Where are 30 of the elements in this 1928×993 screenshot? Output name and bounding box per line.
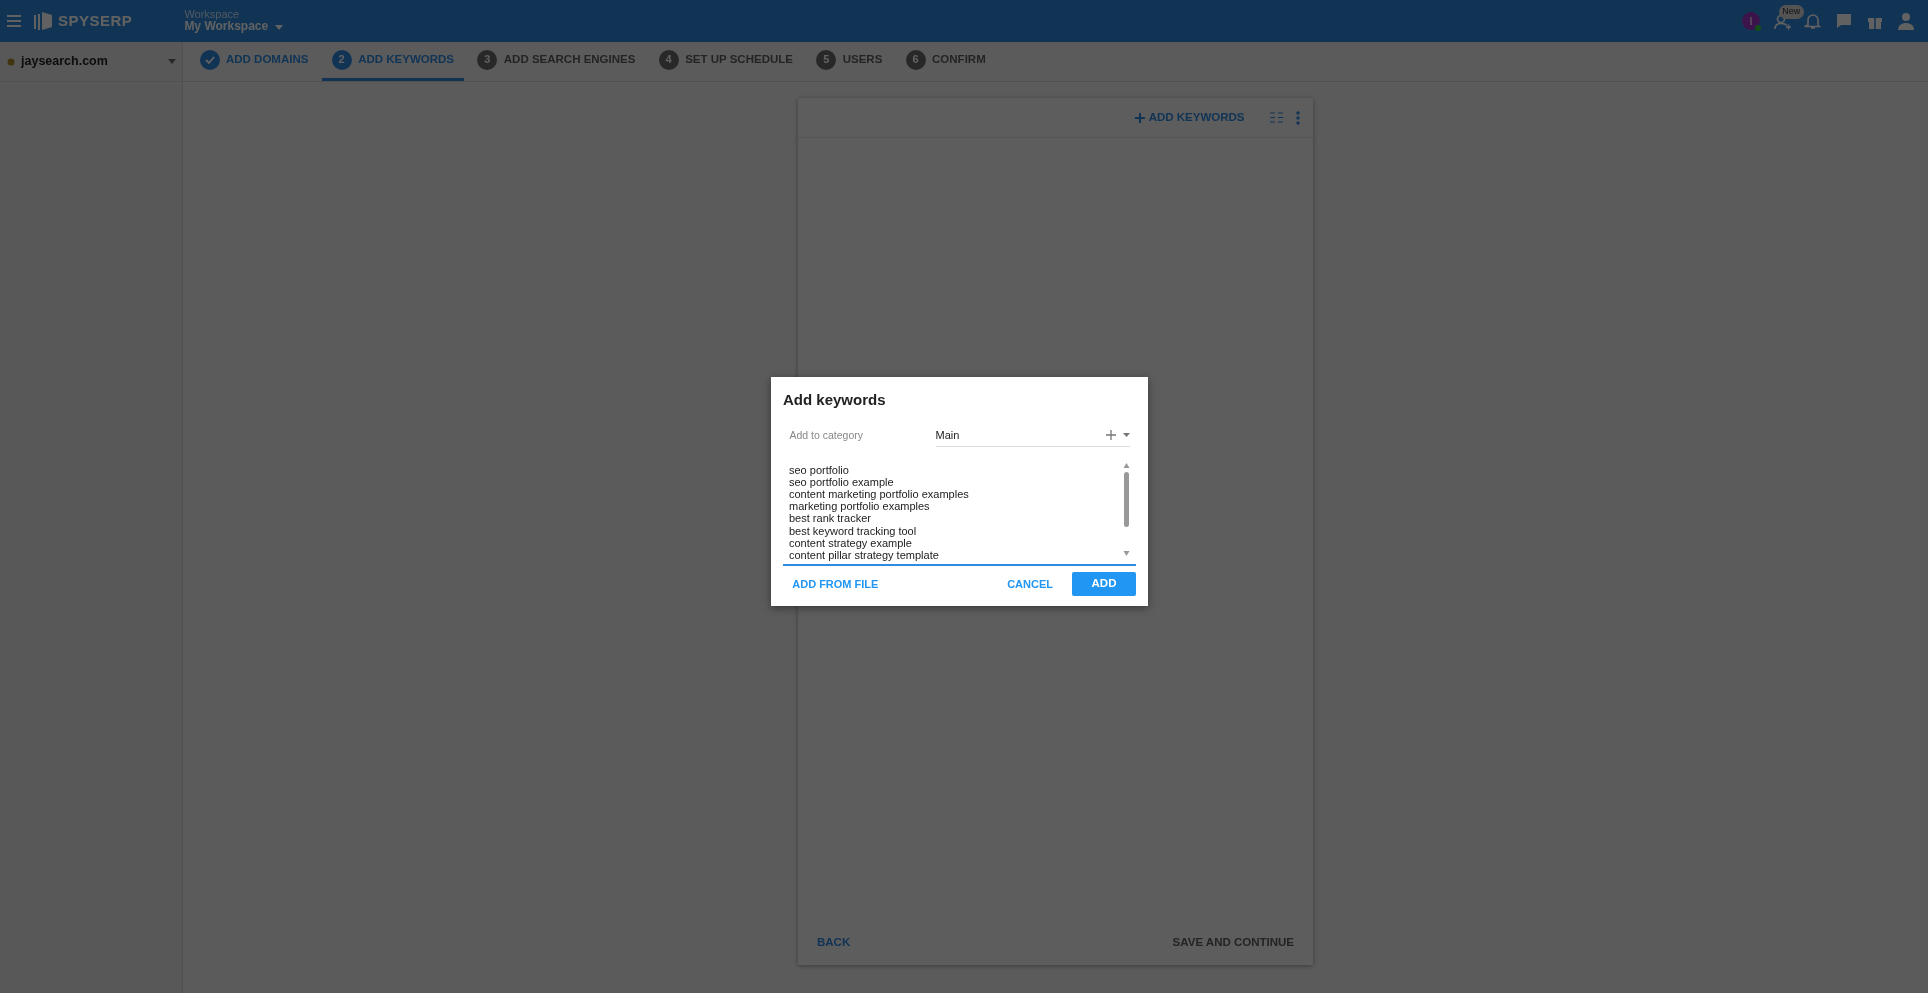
caret-icon	[274, 24, 283, 30]
add-from-file-button[interactable]: ADD FROM FILE	[786, 574, 885, 594]
cancel-button[interactable]: CANCEL	[1001, 574, 1059, 594]
scrollbar[interactable]	[1123, 461, 1130, 558]
dropdown-icon[interactable]	[1122, 433, 1130, 437]
brand-name: SPYSERP	[58, 10, 133, 31]
chat-icon[interactable]	[1835, 12, 1853, 30]
category-select[interactable]: Main	[935, 424, 1130, 447]
more-options-icon[interactable]	[1296, 110, 1300, 125]
domain-selector[interactable]: jaysearch.com	[0, 42, 182, 82]
step-tab[interactable]: 2 ADD KEYWORDS	[321, 41, 464, 81]
logo-icon	[33, 11, 52, 31]
category-label: Add to category	[789, 427, 865, 443]
new-badge: New	[1779, 5, 1804, 19]
dialog-title: Add keywords	[783, 390, 887, 410]
workspace-label: Workspace	[184, 8, 240, 21]
step-tab[interactable]: ADD DOMAINS	[189, 41, 319, 81]
check-icon	[199, 49, 220, 70]
list-view-icon[interactable]	[1270, 112, 1283, 123]
favicon-icon	[6, 57, 15, 66]
add-keywords-button[interactable]: ADD KEYWORDS	[1129, 107, 1251, 128]
menu-icon[interactable]	[6, 15, 21, 27]
workspace-selector[interactable]: My Workspace	[184, 20, 283, 34]
plus-icon	[1135, 112, 1146, 123]
notification-icon[interactable]	[1804, 12, 1822, 30]
caret-icon	[167, 59, 176, 64]
add-button[interactable]: ADD	[1072, 572, 1136, 596]
add-icon[interactable]	[1106, 430, 1116, 440]
account-icon[interactable]	[1897, 12, 1915, 30]
back-button[interactable]: BACK	[811, 932, 857, 952]
